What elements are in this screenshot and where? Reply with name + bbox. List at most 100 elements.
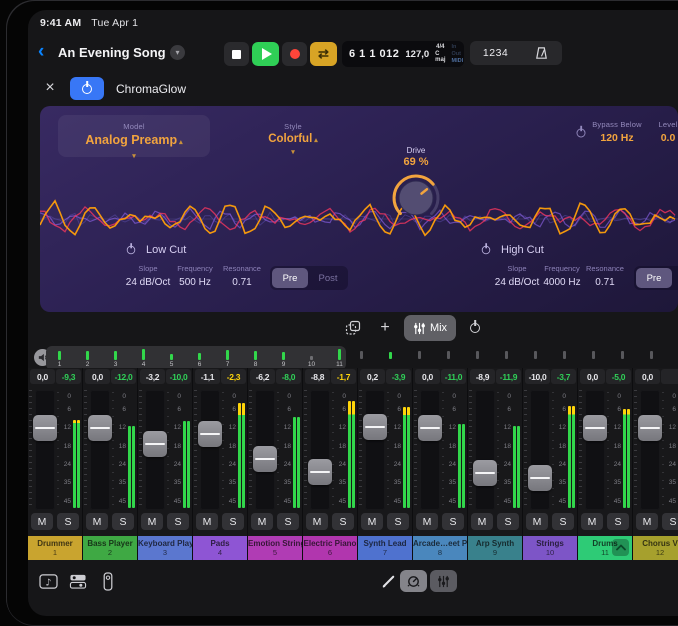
duplicate-button[interactable]	[340, 316, 366, 340]
back-chevron-icon[interactable]: ‹	[38, 40, 44, 64]
mute-button[interactable]: M	[86, 513, 108, 530]
solo-button[interactable]: S	[497, 513, 519, 530]
fader-track[interactable]	[365, 390, 385, 510]
fader-value-chip[interactable]: -3,2	[140, 369, 165, 384]
lcd-display[interactable]: 6 1 1 012 127,0 4/4 C maj In Out MIDI	[342, 41, 464, 67]
track-name-plate[interactable]: Chorus V12	[633, 536, 678, 560]
overview-channel-meter[interactable]	[198, 353, 201, 360]
mixer-power-button[interactable]	[462, 316, 488, 340]
fader-handle[interactable]	[143, 431, 167, 457]
fader-handle[interactable]	[198, 421, 222, 447]
metronome-icon[interactable]	[534, 46, 549, 61]
solo-button[interactable]: S	[332, 513, 354, 530]
fader-value-chip[interactable]: 0,2	[360, 369, 385, 384]
mute-button[interactable]: M	[251, 513, 273, 530]
solo-button[interactable]: S	[167, 513, 189, 530]
fader-value-chip[interactable]: -10,0	[525, 369, 550, 384]
solo-button[interactable]: S	[57, 513, 79, 530]
mixer-view-button[interactable]	[430, 570, 457, 592]
track-name-plate[interactable]: Keyboard Player3	[138, 536, 192, 560]
post-button[interactable]: Post	[674, 268, 678, 288]
track-name-plate[interactable]: Electric Piano6	[303, 536, 357, 560]
fader-track[interactable]	[640, 390, 660, 510]
solo-button[interactable]: S	[387, 513, 409, 530]
overview-channel-meter[interactable]	[282, 352, 285, 360]
fader-track[interactable]	[200, 390, 220, 510]
fader-handle[interactable]	[308, 459, 332, 485]
overview-channel-meter[interactable]	[114, 351, 117, 360]
fader-handle[interactable]	[528, 465, 552, 491]
fader-value-chip[interactable]: 0,0	[85, 369, 110, 384]
fader-handle[interactable]	[418, 415, 442, 441]
close-icon[interactable]: ×	[40, 78, 60, 98]
solo-button[interactable]: S	[607, 513, 629, 530]
fader-track[interactable]	[475, 390, 495, 510]
mute-button[interactable]: M	[361, 513, 383, 530]
fader-handle[interactable]	[88, 415, 112, 441]
overview-channel-meter[interactable]	[170, 354, 173, 360]
post-button[interactable]: Post	[310, 268, 346, 288]
track-name-plate[interactable]: Strings10	[523, 536, 577, 560]
track-name-plate[interactable]: Arcade…eet Pad8	[413, 536, 467, 560]
edit-pencil-button[interactable]	[376, 571, 400, 591]
solo-button[interactable]: S	[662, 513, 678, 530]
track-stack-expand-button[interactable]	[612, 539, 629, 556]
fader-value-chip[interactable]: 0,0	[415, 369, 440, 384]
add-plugin-button[interactable]: +	[372, 316, 398, 340]
routing-button[interactable]	[66, 571, 90, 591]
track-name-plate[interactable]: Arp Synth9	[468, 536, 522, 560]
count-in-button[interactable]: 1234	[483, 47, 508, 59]
track-name-plate[interactable]: Synth Lead7	[358, 536, 412, 560]
pre-button[interactable]: Pre	[272, 268, 308, 288]
stop-button[interactable]	[224, 42, 249, 66]
fader-value-chip[interactable]: 0,0	[580, 369, 605, 384]
track-name-plate[interactable]: Drums11	[578, 536, 632, 560]
high-cut-resonance[interactable]: Resonance 0.71	[573, 264, 637, 288]
fader-track[interactable]	[420, 390, 440, 510]
fader-track[interactable]	[585, 390, 605, 510]
controller-button[interactable]	[96, 571, 120, 591]
overview-channel-meter[interactable]	[142, 349, 145, 360]
mute-button[interactable]: M	[306, 513, 328, 530]
fader-value-chip[interactable]: -1,1	[195, 369, 220, 384]
fader-handle[interactable]	[583, 415, 607, 441]
solo-button[interactable]: S	[112, 513, 134, 530]
mute-button[interactable]: M	[31, 513, 53, 530]
fader-track[interactable]	[310, 390, 330, 510]
fader-handle[interactable]	[33, 415, 57, 441]
pre-button[interactable]: Pre	[636, 268, 672, 288]
high-cut-power-icon[interactable]	[482, 246, 491, 255]
cycle-button[interactable]: ⇄	[310, 42, 337, 66]
model-selector[interactable]: Model Analog Preamp▴▾	[58, 115, 210, 157]
low-cut-resonance[interactable]: Resonance 0.71	[210, 264, 274, 288]
fader-value-chip[interactable]: 0,0	[635, 369, 660, 384]
play-button[interactable]	[252, 42, 279, 66]
track-name-plate[interactable]: Bass Player2	[83, 536, 137, 560]
fader-track[interactable]	[90, 390, 110, 510]
style-selector[interactable]: Style Colorful▴▾	[238, 122, 348, 157]
solo-button[interactable]: S	[277, 513, 299, 530]
fader-track[interactable]	[530, 390, 550, 510]
track-name-plate[interactable]: Emotion Strings5	[248, 536, 302, 560]
song-title[interactable]: An Evening Song	[58, 45, 166, 60]
low-cut-power-icon[interactable]	[127, 246, 136, 255]
mute-button[interactable]: M	[141, 513, 163, 530]
fader-handle[interactable]	[363, 414, 387, 440]
fader-handle[interactable]	[253, 446, 277, 472]
song-title-chevron-icon[interactable]: ▾	[170, 45, 185, 60]
fader-track[interactable]	[35, 390, 55, 510]
fader-value-chip[interactable]: -6,2	[250, 369, 275, 384]
mute-button[interactable]: M	[416, 513, 438, 530]
solo-button[interactable]: S	[442, 513, 464, 530]
overview-channel-meter[interactable]	[226, 350, 229, 360]
level-control[interactable]: Level 0.0	[640, 120, 678, 144]
fader-value-chip[interactable]: -8,8	[305, 369, 330, 384]
solo-button[interactable]: S	[552, 513, 574, 530]
mute-button[interactable]: M	[526, 513, 548, 530]
overview-channel-meter[interactable]	[310, 356, 313, 360]
solo-button[interactable]: S	[222, 513, 244, 530]
track-name-plate[interactable]: Drummer1	[28, 536, 82, 560]
fader-value-chip[interactable]: -8,9	[470, 369, 495, 384]
fader-value-chip[interactable]: 0,0	[30, 369, 55, 384]
browser-button[interactable]: ♪	[36, 571, 60, 591]
